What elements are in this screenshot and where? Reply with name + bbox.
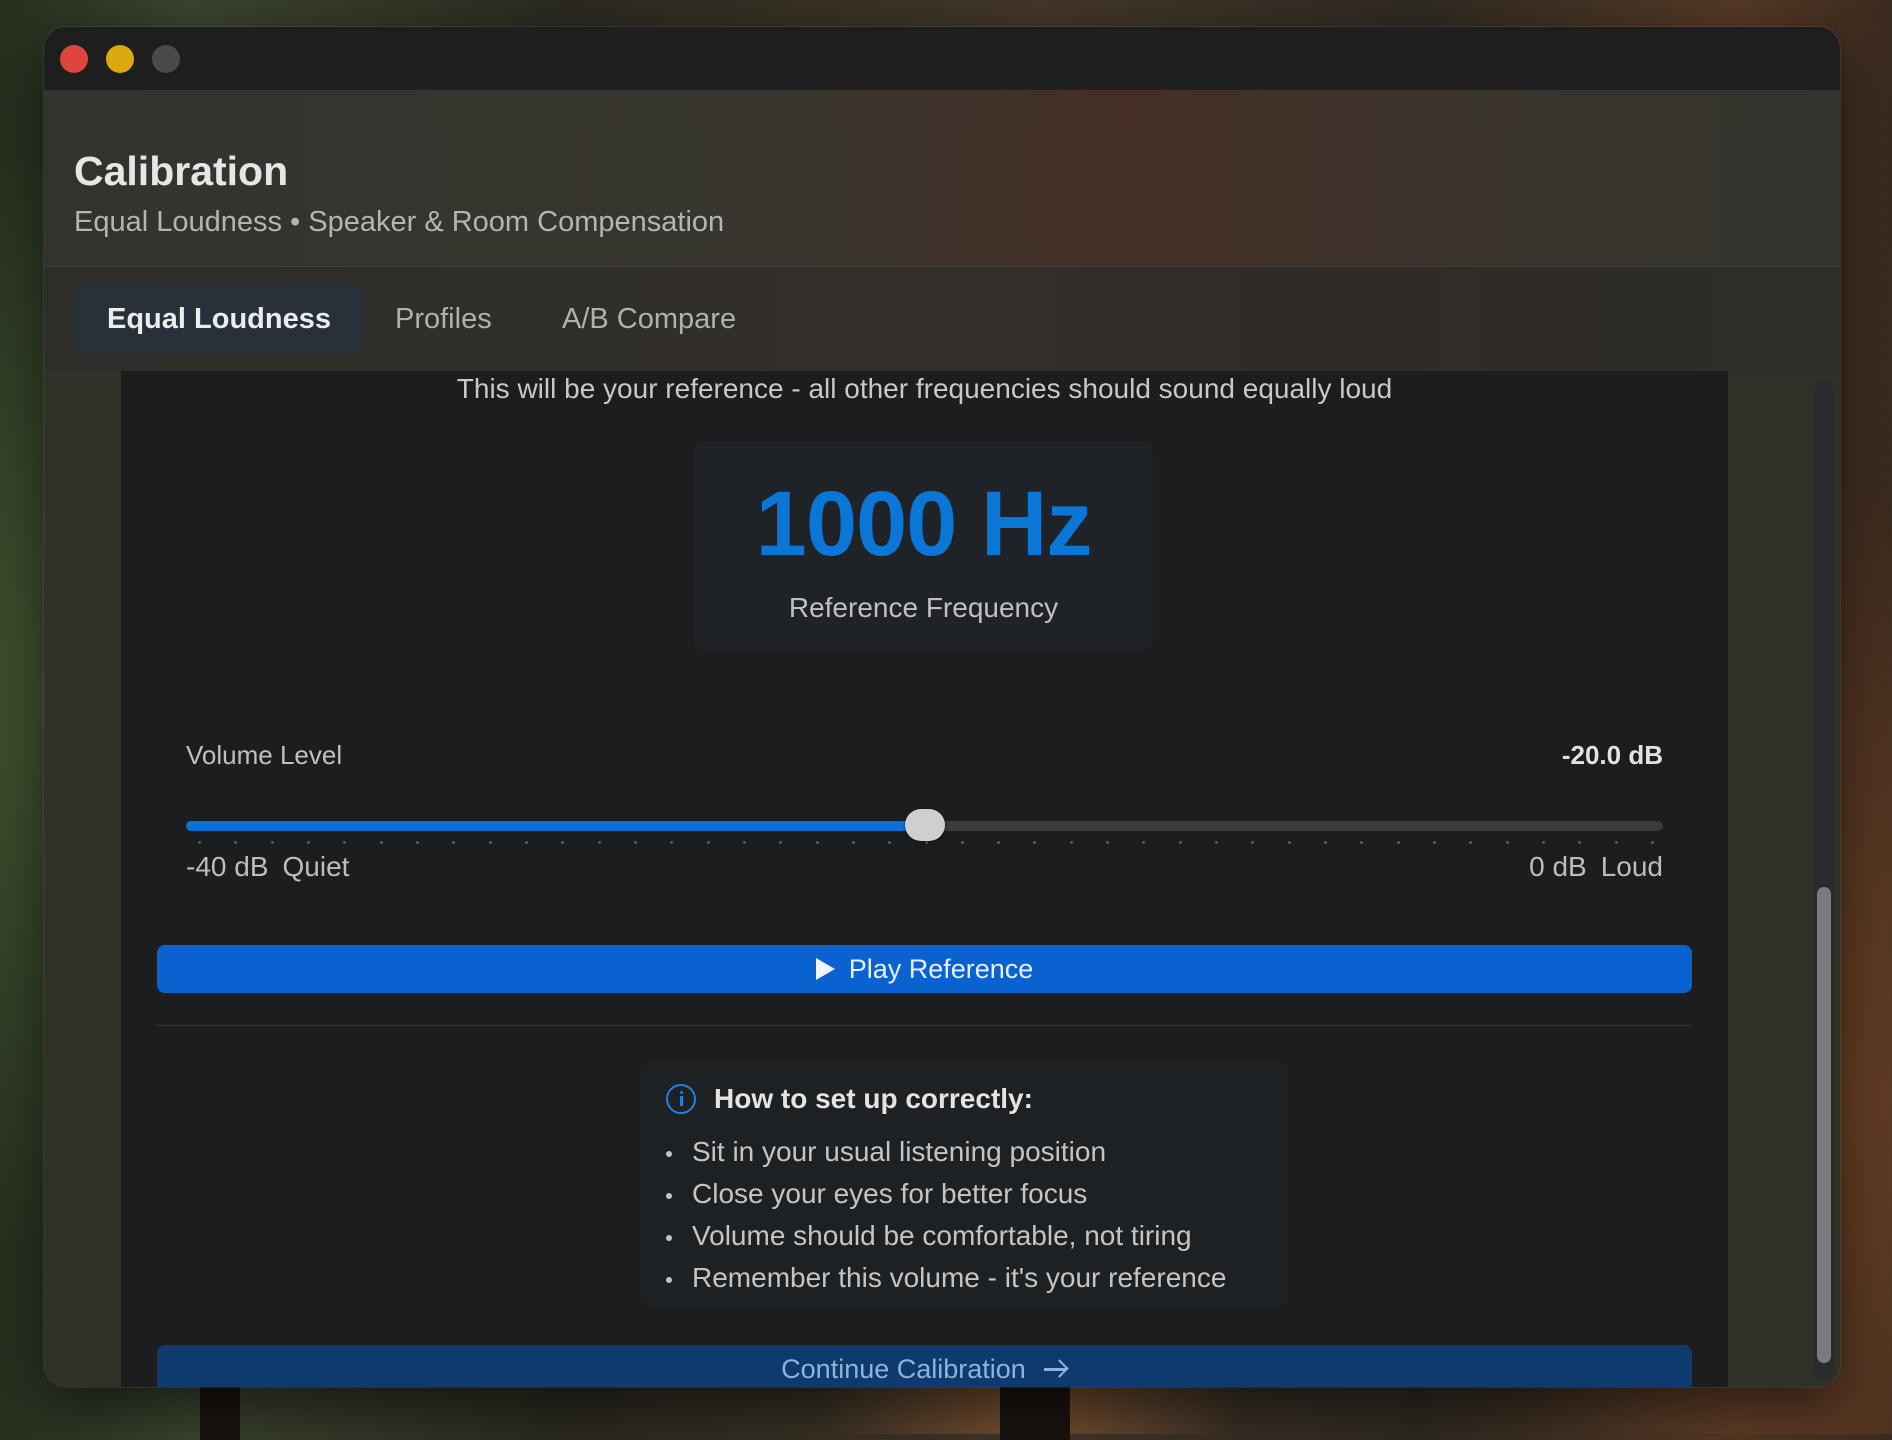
howto-header: How to set up correctly:	[666, 1083, 1033, 1115]
slider-tick	[380, 841, 383, 844]
slider-thumb[interactable]	[905, 809, 945, 841]
continue-calibration-button[interactable]: Continue Calibration	[157, 1345, 1692, 1387]
range-min: -40 dB Quiet	[186, 851, 349, 883]
slider-tick	[561, 841, 564, 844]
page-title: Calibration	[74, 148, 289, 194]
slider-tick	[198, 841, 201, 844]
close-window-button[interactable]	[60, 45, 88, 73]
volume-label: Volume Level	[186, 740, 343, 770]
divider	[157, 1025, 1692, 1026]
slider-tick	[743, 841, 746, 844]
volume-value: -20.0 dB	[1561, 740, 1663, 770]
info-icon	[666, 1084, 696, 1114]
continue-calibration-label: Continue Calibration	[781, 1353, 1026, 1384]
tab-equal-loudness[interactable]: Equal Loudness	[74, 284, 364, 354]
slider-tick	[997, 841, 1000, 844]
slider-tick	[489, 841, 492, 844]
list-item: Remember this volume - it's your referen…	[666, 1257, 1226, 1299]
tab-ab-compare[interactable]: A/B Compare	[562, 284, 736, 354]
range-min-caption: Quiet	[282, 851, 350, 882]
slider-tick	[670, 841, 673, 844]
slider-tick	[1469, 841, 1472, 844]
bullet-icon	[666, 1276, 672, 1283]
zoom-window-button[interactable]	[152, 45, 180, 73]
scrollbar-thumb[interactable]	[1817, 887, 1831, 1363]
slider-tick	[307, 841, 310, 844]
calibration-panel: This will be your reference - all other …	[121, 371, 1728, 1387]
slider-tick	[1578, 841, 1581, 844]
slider-tick	[271, 841, 274, 844]
background-tree	[200, 1380, 240, 1440]
slider-tick	[925, 841, 928, 844]
app-window: Calibration Equal Loudness • Speaker & R…	[44, 27, 1840, 1387]
bullet-icon	[666, 1234, 672, 1241]
slider-tick	[1070, 841, 1073, 844]
slider-tick	[1542, 841, 1545, 844]
slider-tick	[1506, 841, 1509, 844]
slider-tick	[852, 841, 855, 844]
slider-tick	[452, 841, 455, 844]
slider-ticks	[198, 841, 1654, 845]
slider-tick	[707, 841, 710, 844]
slider-tick	[598, 841, 601, 844]
reference-frequency-card: 1000 Hz Reference Frequency	[694, 442, 1153, 650]
bullet-icon	[666, 1150, 672, 1157]
slider-tick	[961, 841, 964, 844]
slider-tick	[234, 841, 237, 844]
arrow-right-icon	[1043, 1359, 1068, 1379]
slider-tick	[1179, 841, 1182, 844]
slider-tick	[1615, 841, 1618, 844]
intro-text: This will be your reference - all other …	[456, 373, 1393, 404]
list-item-text: Remember this volume - it's your referen…	[692, 1262, 1227, 1293]
howto-list: Sit in your usual listening position Clo…	[666, 1131, 1226, 1299]
range-max-label: 0 dB	[1529, 851, 1587, 882]
list-item-text: Sit in your usual listening position	[692, 1136, 1107, 1167]
list-item-text: Volume should be comfortable, not tiring	[692, 1220, 1192, 1251]
tab-bar: Equal Loudness Profiles A/B Compare	[44, 266, 1840, 372]
play-icon	[815, 958, 835, 980]
page-header: Calibration Equal Loudness • Speaker & R…	[44, 90, 1840, 266]
slider-tick	[634, 841, 637, 844]
list-item: Close your eyes for better focus	[666, 1173, 1226, 1215]
slider-tick	[1288, 841, 1291, 844]
slider-tick	[1324, 841, 1327, 844]
slider-tick	[1215, 841, 1218, 844]
slider-tick	[1251, 841, 1254, 844]
slider-tick	[416, 841, 419, 844]
content-area: This will be your reference - all other …	[44, 371, 1840, 1387]
slider-fill	[186, 821, 925, 831]
frequency-label: Reference Frequency	[788, 592, 1059, 623]
list-item: Volume should be comfortable, not tiring	[666, 1215, 1226, 1257]
play-reference-button[interactable]: Play Reference	[157, 945, 1692, 993]
slider-tick	[1106, 841, 1109, 844]
slider-tick	[888, 841, 891, 844]
background-tree	[1000, 1380, 1070, 1440]
slider-tick	[1433, 841, 1436, 844]
slider-tick	[816, 841, 819, 844]
volume-slider[interactable]	[186, 801, 1663, 851]
slider-tick	[779, 841, 782, 844]
howto-card: How to set up correctly: Sit in your usu…	[641, 1061, 1288, 1307]
slider-tick	[1033, 841, 1036, 844]
slider-tick	[1360, 841, 1363, 844]
range-max: 0 dB Loud	[1529, 851, 1663, 883]
title-bar	[44, 27, 1840, 90]
range-min-label: -40 dB	[186, 851, 269, 882]
page-subtitle: Equal Loudness • Speaker & Room Compensa…	[74, 206, 725, 238]
minimize-window-button[interactable]	[106, 45, 134, 73]
slider-tick	[1397, 841, 1400, 844]
slider-tick	[525, 841, 528, 844]
list-item: Sit in your usual listening position	[666, 1131, 1226, 1173]
frequency-value: 1000 Hz	[755, 473, 1093, 575]
slider-tick	[1651, 841, 1654, 844]
range-max-caption: Loud	[1600, 851, 1663, 882]
tab-profiles[interactable]: Profiles	[395, 284, 492, 354]
play-reference-label: Play Reference	[848, 953, 1034, 984]
list-item-text: Close your eyes for better focus	[692, 1178, 1088, 1209]
slider-tick	[1142, 841, 1145, 844]
bullet-icon	[666, 1192, 672, 1199]
howto-title: How to set up correctly:	[714, 1083, 1033, 1114]
slider-tick	[343, 841, 346, 844]
